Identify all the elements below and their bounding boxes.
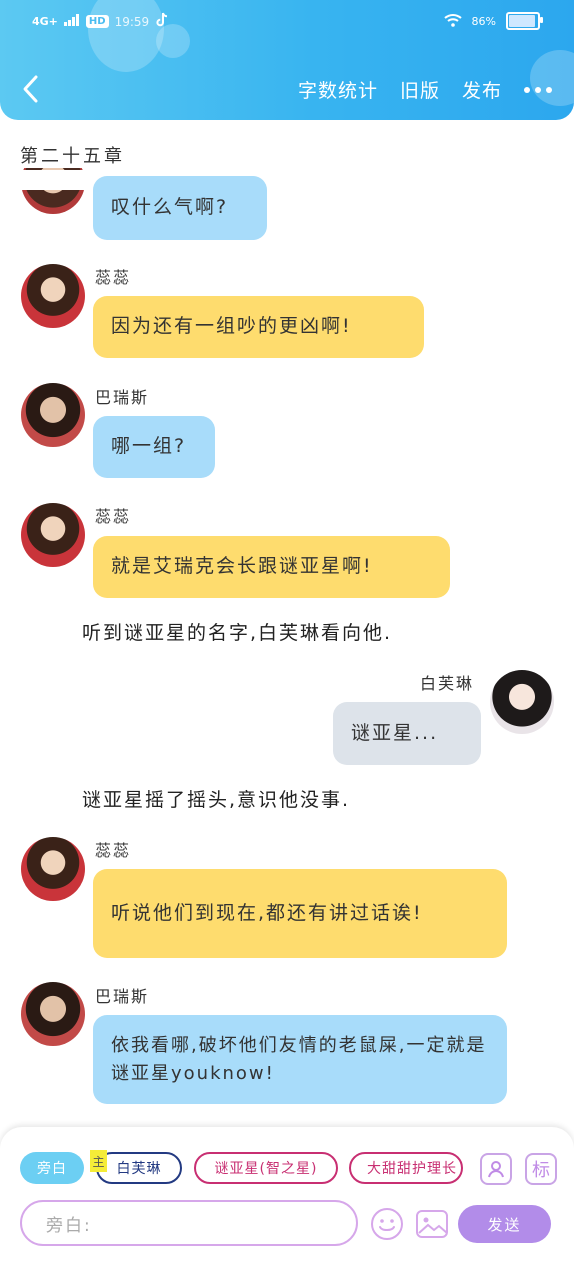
narration-text[interactable]: 谜亚星摇了摇头,意识他没事.	[82, 785, 350, 812]
back-arrow-icon	[23, 75, 38, 103]
message-bubble[interactable]: 哪一组?	[93, 416, 215, 478]
back-button[interactable]	[20, 72, 42, 106]
speaker-name: 白芙琳	[420, 674, 475, 693]
avatar-barrys[interactable]	[21, 982, 85, 1046]
message-input[interactable]: 旁白:	[20, 1200, 358, 1246]
status-bar: 4G+ HD 19:59 86%	[0, 10, 574, 34]
speaker-name: 蕊蕊	[95, 841, 132, 860]
word-count-button[interactable]: 字数统计	[298, 76, 378, 103]
send-button[interactable]: 发送	[458, 1205, 551, 1243]
message-bubble[interactable]: 叹什么气啊?	[93, 176, 267, 240]
wifi-icon	[443, 13, 462, 30]
signal-icon	[63, 14, 80, 29]
more-icon[interactable]	[524, 86, 552, 93]
image-icon[interactable]	[415, 1208, 449, 1240]
speaker-name: 蕊蕊	[95, 507, 132, 526]
avatar-baifulin[interactable]	[490, 670, 554, 734]
role-chip-datiantian[interactable]: 大甜甜护理长	[349, 1152, 463, 1184]
chapter-title: 第二十五章	[20, 142, 125, 168]
message-bubble[interactable]: 谜亚星...	[333, 702, 481, 765]
hd-badge: HD	[85, 15, 109, 28]
speaker-name: 巴瑞斯	[95, 987, 150, 1006]
character-icon[interactable]	[480, 1153, 512, 1185]
avatar-ruirui[interactable]	[21, 264, 85, 328]
emoji-icon[interactable]	[370, 1207, 404, 1241]
role-chip-miyaxing[interactable]: 谜亚星(智之星)	[194, 1152, 338, 1184]
avatar-ruirui[interactable]	[21, 503, 85, 567]
scroll-mask	[0, 170, 574, 190]
message-bubble[interactable]: 因为还有一组吵的更凶啊!	[93, 296, 424, 358]
old-version-button[interactable]: 旧版	[400, 76, 440, 103]
avatar-ruirui[interactable]	[21, 837, 85, 901]
narration-text[interactable]: 听到谜亚星的名字,白芙琳看向他.	[82, 618, 392, 645]
battery-icon	[506, 12, 543, 30]
mark-icon[interactable]: 标	[525, 1153, 557, 1185]
message-bubble[interactable]: 依我看哪,破坏他们友情的老鼠屎,一定就是谜亚星youknow!	[93, 1015, 507, 1104]
tiktok-icon	[155, 12, 169, 31]
speaker-name: 蕊蕊	[95, 268, 132, 287]
top-bar: 4G+ HD 19:59 86% 字数统计 旧版 发布	[0, 0, 574, 120]
network-indicator: 4G+	[32, 15, 58, 28]
clock: 19:59	[114, 14, 150, 29]
publish-button[interactable]: 发布	[462, 76, 502, 103]
role-chip-narrator[interactable]: 旁白	[20, 1152, 84, 1184]
message-bubble[interactable]: 听说他们到现在,都还有讲过话诶!	[93, 869, 507, 958]
main-role-tag: 主	[90, 1150, 107, 1172]
battery-percent: 86%	[471, 14, 496, 28]
avatar-barrys[interactable]	[21, 383, 85, 447]
speaker-name: 巴瑞斯	[95, 388, 150, 407]
message-bubble[interactable]: 就是艾瑞克会长跟谜亚星啊!	[93, 536, 450, 598]
role-chip-baifulin[interactable]: 白芙琳	[96, 1152, 182, 1184]
